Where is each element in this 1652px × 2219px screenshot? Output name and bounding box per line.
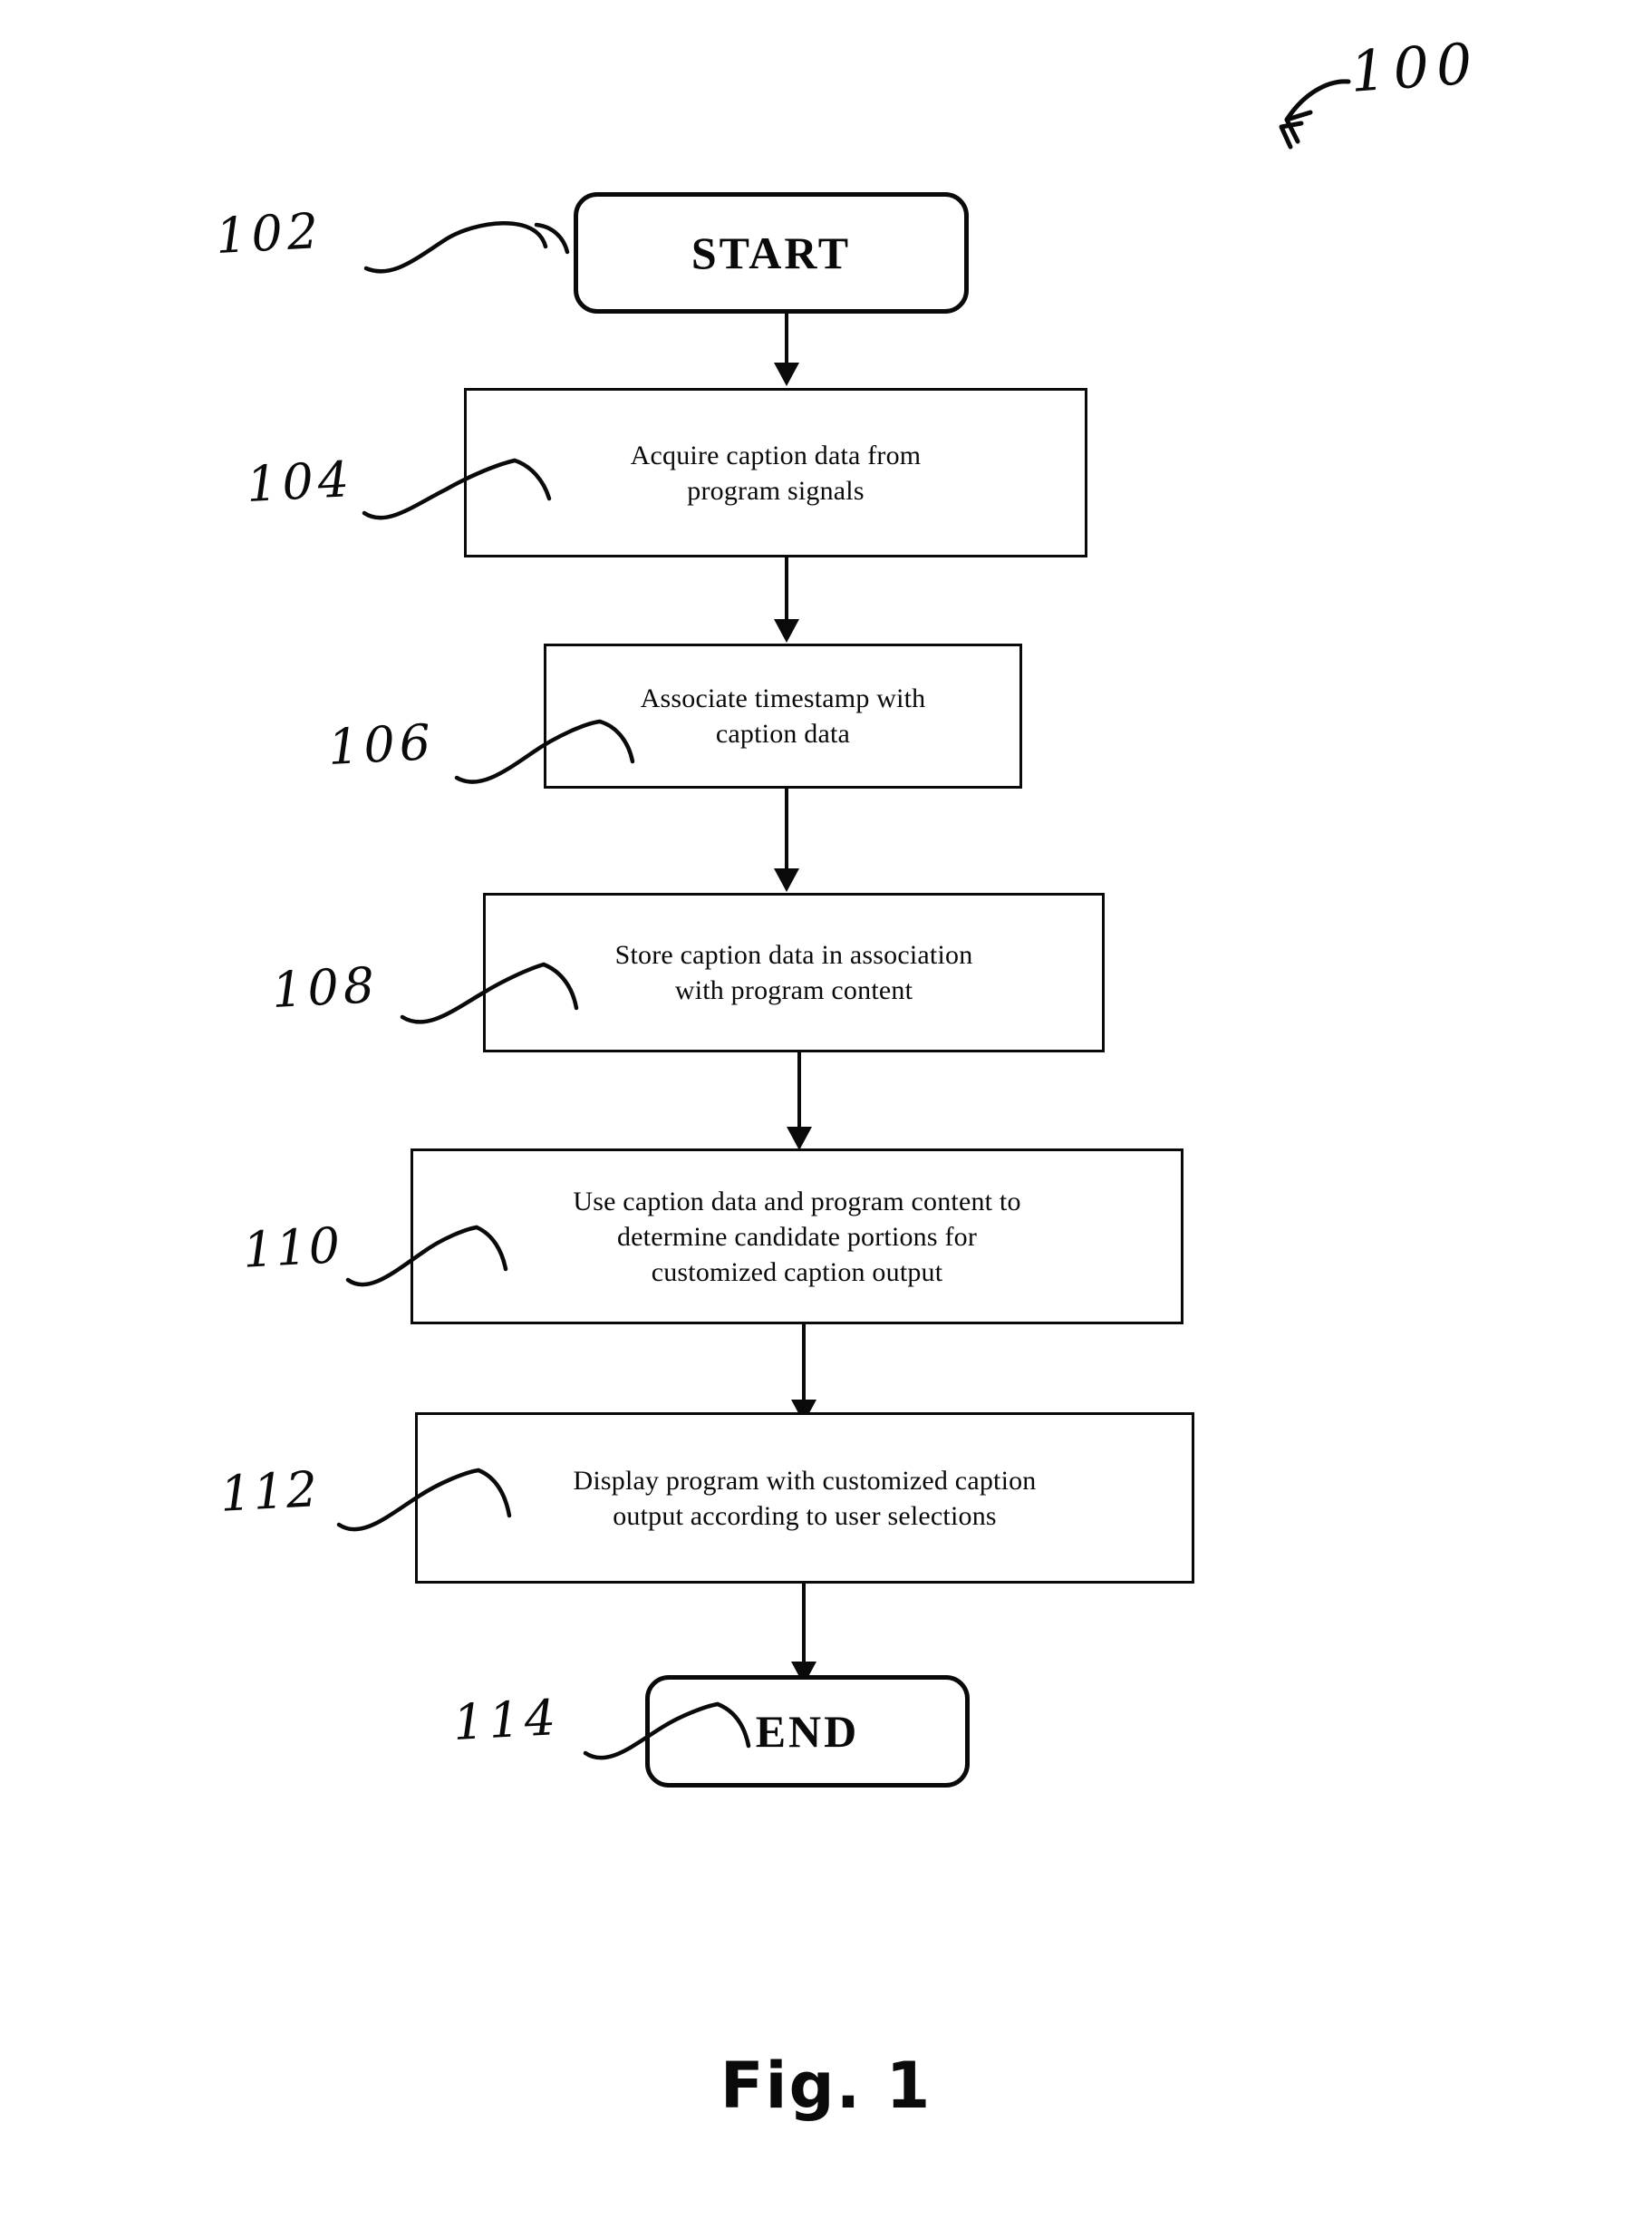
reference-numeral-108: 108 xyxy=(270,955,381,1020)
flow-node-store-caption-data: Store caption data in association with p… xyxy=(483,893,1105,1052)
leader-line-102 xyxy=(359,201,594,301)
reference-numeral-114: 114 xyxy=(451,1688,562,1752)
flow-node-associate-timestamp: Associate timestamp with caption data xyxy=(544,644,1022,789)
flow-node-104-label: Acquire caption data from program signal… xyxy=(630,440,922,506)
flow-node-end: END xyxy=(645,1675,970,1788)
reference-numeral-106: 106 xyxy=(326,712,437,777)
flow-node-display-program: Display program with customized caption … xyxy=(415,1412,1194,1584)
flow-node-110-label: Use caption data and program content to … xyxy=(573,1186,1021,1287)
flow-node-112-label: Display program with customized caption … xyxy=(573,1465,1037,1531)
reference-numeral-102: 102 xyxy=(214,201,324,266)
reference-numeral-110: 110 xyxy=(241,1216,343,1279)
reference-numeral-104: 104 xyxy=(245,450,355,514)
flow-node-start-label: START xyxy=(691,227,852,278)
flow-node-end-label: END xyxy=(755,1705,860,1757)
flow-node-108-label: Store caption data in association with p… xyxy=(614,940,973,1005)
reference-numeral-112: 112 xyxy=(218,1460,321,1523)
flow-node-106-label: Associate timestamp with caption data xyxy=(640,683,926,749)
figure-reference-100: 100 xyxy=(1348,30,1482,105)
figure-caption: Fig. 1 xyxy=(720,2049,932,2123)
flow-node-determine-candidate-portions: Use caption data and program content to … xyxy=(411,1148,1183,1324)
patent-figure-sheet: 100 START 102 Acquire caption data from … xyxy=(0,0,1652,2219)
flow-node-start: START xyxy=(574,192,969,314)
flow-node-acquire-caption-data: Acquire caption data from program signal… xyxy=(464,388,1087,557)
